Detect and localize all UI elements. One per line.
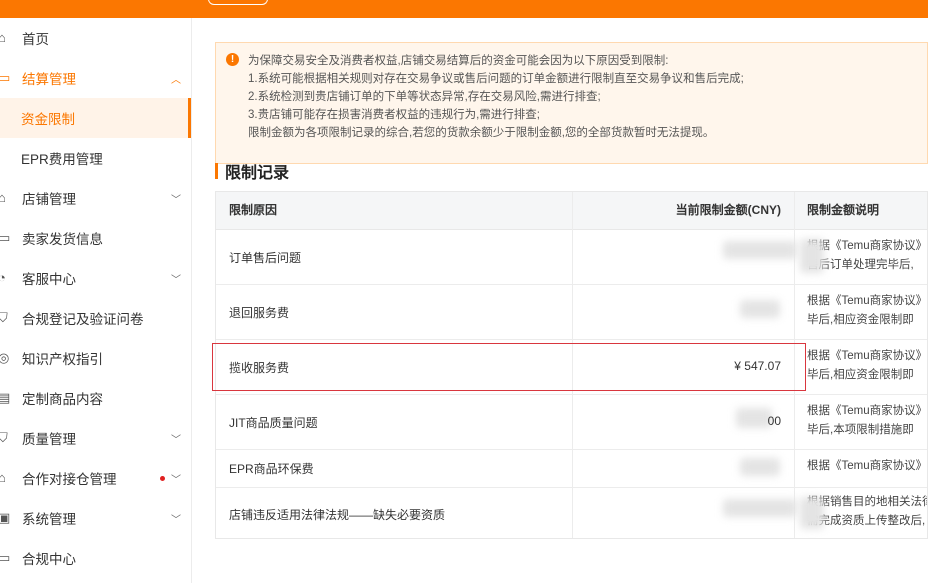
title-accent-bar	[215, 163, 218, 179]
row-description: 需完成资质上传整改后,	[807, 515, 926, 527]
row-reason: 揽收服务费	[229, 361, 290, 375]
sidebar-item-settlement[interactable]: ▭ 结算管理 ︿	[0, 58, 191, 98]
notification-dot	[160, 475, 165, 481]
redacted-text	[800, 239, 824, 273]
restriction-notice: ! 为保障交易安全及消费者权益,店铺交易结算后的资金可能会因为以下原因受到限制:…	[215, 42, 928, 164]
notice-line: 1.系统可能根据相关规则对存在交易争议或售后问题的订单金额进行限制直至交易争议和…	[248, 73, 744, 85]
redacted-amount	[736, 408, 772, 428]
row-description: 根据《Temu商家协议》	[807, 405, 928, 417]
row-reason: 退回服务费	[229, 306, 290, 320]
top-header-bar	[0, 0, 928, 18]
row-description: 根据销售目的地相关法律	[807, 496, 928, 508]
sidebar-item-label: 合作对接仓管理	[22, 472, 117, 487]
sidebar-item-label: 质量管理	[22, 432, 76, 447]
sidebar-item-home[interactable]: ⌂ 首页	[0, 18, 191, 58]
sidebar-item-warehouse[interactable]: ⌂ 合作对接仓管理 ﹀	[0, 458, 191, 498]
sidebar-item-custom-goods[interactable]: ▤ 定制商品内容	[0, 378, 191, 418]
sidebar-item-customer-service[interactable]: ◔ 客服中心 ﹀	[0, 258, 191, 298]
shop-icon: ⌂	[0, 190, 6, 205]
redacted-amount	[740, 300, 780, 318]
sidebar-item-label: 资金限制	[21, 112, 75, 127]
header-reason: 限制原因	[229, 203, 278, 217]
notice-line: 2.系统检测到贵店铺订单的下单等状态异常,存在交易风险,需进行排查;	[248, 91, 601, 103]
table-row: EPR商品环保费 根据《Temu商家协议》	[216, 449, 928, 488]
notice-line: 3.贵店铺可能存在损害消费者权益的违规行为,需进行排查;	[248, 109, 540, 121]
row-description: 毕后,相应资金限制即	[807, 314, 914, 326]
row-description: 根据《Temu商家协议》	[807, 460, 928, 472]
sidebar-item-label: EPR费用管理	[21, 152, 103, 167]
sidebar-item-label: 客服中心	[22, 272, 76, 287]
sidebar-item-label: 店铺管理	[22, 192, 76, 207]
notice-line: 限制金额为各项限制记录的综合,若您的货款余额少于限制金额,您的全部货款暂时无法提…	[248, 127, 715, 139]
sidebar-item-label: 系统管理	[22, 512, 76, 527]
redacted-amount	[723, 241, 797, 259]
header-amount: 当前限制金额(CNY)	[675, 203, 781, 217]
sidebar-item-shipping[interactable]: ▭ 卖家发货信息	[0, 218, 191, 258]
sidebar-item-label: 合规登记及验证问卷	[22, 312, 144, 327]
table-row: 揽收服务费 ¥ 547.07 根据《Temu商家协议》 毕后,相应资金限制即	[216, 339, 928, 395]
row-description: 毕后,相应资金限制即	[807, 369, 914, 381]
sidebar-item-label: 卖家发货信息	[22, 232, 103, 247]
warning-icon: !	[226, 53, 239, 66]
chevron-down-icon: ﹀	[171, 514, 181, 526]
sidebar-item-compliance-center[interactable]: ▭ 合规中心	[0, 538, 191, 578]
row-description: 毕后,本项限制措施即	[807, 424, 914, 436]
sidebar-item-label: 结算管理	[22, 72, 76, 87]
row-description: 根据《Temu商家协议》	[807, 240, 928, 252]
sidebar-item-ip-guide[interactable]: ◎ 知识产权指引	[0, 338, 191, 378]
chevron-down-icon: ﹀	[171, 474, 181, 486]
row-reason: 订单售后问题	[229, 251, 302, 265]
warehouse-icon: ⌂	[0, 470, 6, 485]
sidebar-item-quality[interactable]: ⛉ 质量管理 ﹀	[0, 418, 191, 458]
sidebar-item-fund-restriction[interactable]: 资金限制	[0, 98, 191, 138]
home-icon: ⌂	[0, 30, 6, 45]
main-content: ! 为保障交易安全及消费者权益,店铺交易结算后的资金可能会因为以下原因受到限制:…	[192, 18, 928, 583]
chevron-down-icon: ﹀	[171, 274, 181, 286]
chevron-down-icon: ﹀	[171, 194, 181, 206]
section-title: 限制记录	[215, 161, 290, 182]
row-reason: EPR商品环保费	[229, 462, 314, 476]
sidebar-item-shop[interactable]: ⌂ 店铺管理 ﹀	[0, 178, 191, 218]
sidebar-item-label: 合规中心	[22, 552, 76, 567]
compliance-icon: ⛉	[0, 310, 8, 325]
row-description: 根据《Temu商家协议》	[807, 295, 928, 307]
redacted-amount	[740, 458, 780, 476]
table-row: 店铺违反适用法律法规——缺失必要资质 根据销售目的地相关法律 需完成资质上传整改…	[216, 487, 928, 538]
sidebar-item-epr-fee[interactable]: EPR费用管理	[0, 138, 191, 178]
table-row: 退回服务费 根据《Temu商家协议》 毕后,相应资金限制即	[216, 284, 928, 340]
restriction-table: 限制原因 当前限制金额(CNY) 限制金额说明 订单售后问题 根据《Temu商家…	[215, 191, 928, 539]
sidebar-item-label: 定制商品内容	[22, 392, 103, 407]
table-row: JIT商品质量问题 00 根据《Temu商家协议》 毕后,本项限制措施即	[216, 394, 928, 450]
chevron-down-icon: ﹀	[171, 434, 181, 446]
row-amount: ¥ 547.07	[734, 359, 781, 373]
row-amount: 00	[767, 414, 781, 428]
row-reason: 店铺违反适用法律法规——缺失必要资质	[229, 508, 446, 522]
redacted-amount	[723, 499, 797, 517]
system-icon: ▣	[0, 510, 11, 525]
sidebar-item-compliance-register[interactable]: ⛉ 合规登记及验证问卷	[0, 298, 191, 338]
sidebar-item-label: 首页	[22, 32, 49, 47]
section-title-text: 限制记录	[225, 165, 290, 182]
sidebar-item-label: 知识产权指引	[22, 352, 103, 367]
sidebar: ⌂ 首页 ▭ 结算管理 ︿ 资金限制 EPR费用管理 ⌂ 店铺管理 ﹀ ▭ 卖家…	[0, 18, 192, 583]
settlement-icon: ▭	[0, 70, 11, 85]
sidebar-item-system[interactable]: ▣ 系统管理 ﹀	[0, 498, 191, 538]
quality-icon: ⛉	[0, 430, 8, 445]
custom-icon: ▤	[0, 390, 11, 405]
redacted-text	[800, 497, 824, 529]
ip-icon: ◎	[0, 350, 10, 365]
compliance-center-icon: ▭	[0, 550, 11, 565]
header-description: 限制金额说明	[807, 203, 880, 217]
headset-icon: ◔	[0, 270, 6, 285]
header-tab-edge[interactable]	[208, 0, 268, 5]
table-row: 订单售后问题 根据《Temu商家协议》 售后订单处理完毕后,	[216, 229, 928, 285]
chevron-up-icon: ︿	[171, 74, 181, 86]
shipping-icon: ▭	[0, 230, 11, 245]
row-description: 根据《Temu商家协议》	[807, 350, 928, 362]
notice-line: 为保障交易安全及消费者权益,店铺交易结算后的资金可能会因为以下原因受到限制:	[248, 55, 669, 67]
row-reason: JIT商品质量问题	[229, 416, 318, 430]
